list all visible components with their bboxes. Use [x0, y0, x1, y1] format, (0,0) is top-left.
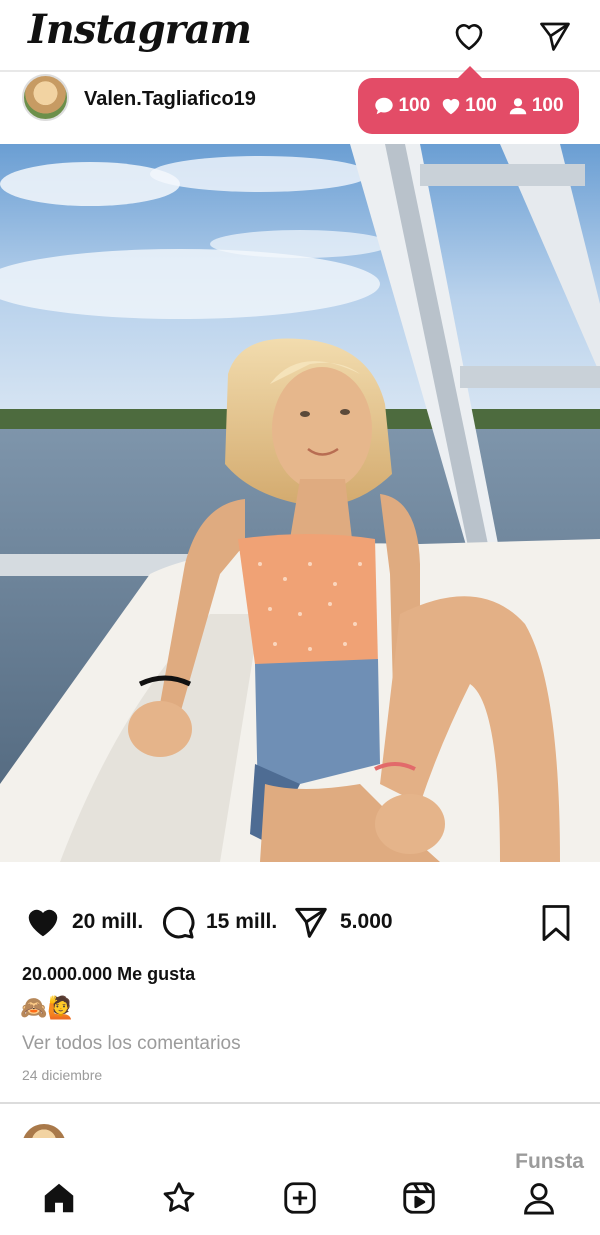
caption-emojis: 🙈🙋 [20, 995, 75, 1020]
user-avatar[interactable] [22, 74, 69, 121]
post-header: Valen.Tagliafico19 [0, 72, 600, 144]
post-date: 24 diciembre [22, 1067, 103, 1083]
activity-heart-icon[interactable] [449, 16, 489, 56]
comments-count: 15 mill. [206, 910, 278, 933]
profile-icon[interactable] [519, 1178, 559, 1218]
send-icon [295, 907, 327, 938]
comment-icon [163, 906, 195, 939]
next-post-avatar[interactable] [22, 1124, 66, 1138]
post-image-graphic [0, 144, 600, 862]
funsta-label: Funsta [515, 1150, 584, 1173]
star-icon[interactable] [159, 1178, 199, 1218]
post-divider [0, 1102, 600, 1104]
top-bar: Instagram [0, 0, 600, 72]
post-actions: 20 mill. 15 mill. 5.000 [0, 895, 600, 955]
direct-send-icon[interactable] [535, 16, 575, 56]
post-photo[interactable] [0, 144, 600, 862]
likes-count: 20 mill. [72, 910, 144, 933]
post-username[interactable]: Valen.Tagliafico19 [84, 88, 256, 111]
heart-icon [28, 909, 58, 937]
reels-icon[interactable] [399, 1178, 439, 1218]
like-button[interactable]: 20 mill. [24, 903, 143, 941]
likes-summary[interactable]: 20.000.000 Me gusta [22, 964, 195, 985]
comment-button[interactable]: 15 mill. [158, 903, 277, 941]
bookmark-icon [542, 905, 570, 941]
share-button[interactable]: 5.000 [292, 903, 393, 941]
home-icon[interactable] [39, 1178, 79, 1218]
instagram-logo[interactable]: Instagram [28, 6, 252, 53]
view-all-comments-link[interactable]: Ver todos los comentarios [22, 1033, 241, 1055]
shares-count: 5.000 [340, 910, 393, 933]
add-post-icon[interactable] [280, 1178, 320, 1218]
bottom-navigation: Funsta [0, 1138, 600, 1235]
save-button[interactable] [538, 903, 574, 943]
